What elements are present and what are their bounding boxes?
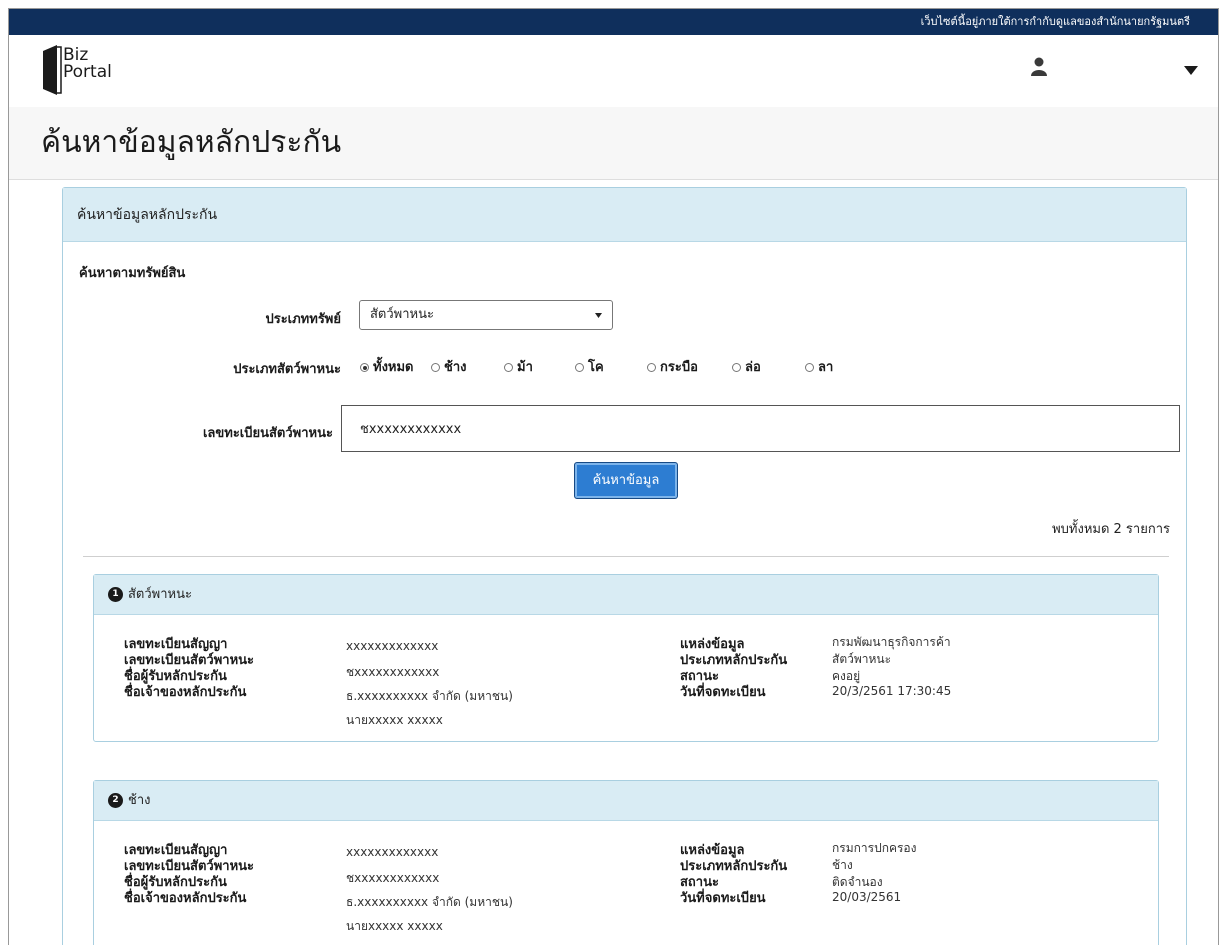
radio-empty-icon bbox=[647, 363, 656, 372]
chevron-down-icon bbox=[595, 313, 602, 318]
result-card: 1 สัตว์พาหนะ เลขทะเบียนสัญญา เลขทะเบียนสั… bbox=[93, 574, 1159, 742]
number-badge: 2 bbox=[108, 793, 123, 808]
field-label: ชื่อเจ้าของหลักประกัน bbox=[124, 685, 247, 700]
field-label: ชื่อเจ้าของหลักประกัน bbox=[124, 891, 247, 906]
search-button[interactable]: ค้นหาข้อมูล bbox=[574, 462, 678, 499]
logo-text: Biz Portal bbox=[63, 45, 112, 82]
panel-title: ค้นหาข้อมูลหลักประกัน bbox=[63, 188, 1186, 242]
radio-empty-icon bbox=[575, 363, 584, 372]
page-title-band: ค้นหาข้อมูลหลักประกัน bbox=[9, 107, 1218, 180]
field-value: นายxxxxx xxxxx bbox=[346, 713, 443, 727]
animal-type-label: ประเภทสัตว์พาหนะ bbox=[233, 362, 341, 377]
result-card-header: 1 สัตว์พาหนะ bbox=[94, 575, 1158, 615]
government-banner-text: เว็บไซต์นี้อยู่ภายใต้การกำกับดูแลของสำนั… bbox=[920, 15, 1190, 28]
field-value: 20/3/2561 17:30:45 bbox=[832, 684, 952, 698]
result-title: สัตว์พาหนะ bbox=[128, 587, 192, 602]
radio-empty-icon bbox=[732, 363, 741, 372]
asset-type-select[interactable]: สัตว์พาหนะ bbox=[359, 300, 613, 330]
result-title: ช้าง bbox=[128, 793, 151, 808]
result-card: 2 ช้าง เลขทะเบียนสัญญา เลขทะเบียนสัตว์พาห… bbox=[93, 780, 1159, 945]
radio-horse[interactable]: ม้า bbox=[504, 356, 533, 377]
radio-empty-icon bbox=[805, 363, 814, 372]
site-header: Biz Portal bbox=[9, 35, 1218, 108]
number-badge: 1 bbox=[108, 587, 123, 602]
radio-selected-icon bbox=[360, 363, 369, 372]
divider bbox=[83, 556, 1169, 557]
section-label: ค้นหาตามทรัพย์สิน bbox=[79, 266, 186, 281]
bizportal-logo[interactable]: Biz Portal bbox=[41, 43, 131, 99]
field-value: ชxxxxxxxxxxxx bbox=[346, 665, 440, 679]
radio-cattle[interactable]: โค bbox=[575, 356, 604, 377]
field-value: ธ.xxxxxxxxxx จำกัด (มหาชน) bbox=[346, 895, 513, 909]
radio-empty-icon bbox=[504, 363, 513, 372]
result-card-header: 2 ช้าง bbox=[94, 781, 1158, 821]
field-value: นายxxxxx xxxxx bbox=[346, 919, 443, 933]
door-logo-icon bbox=[43, 45, 62, 95]
asset-type-value: สัตว์พาหนะ bbox=[370, 307, 434, 322]
asset-type-label: ประเภททรัพย์ bbox=[265, 312, 341, 327]
caret-down-icon[interactable] bbox=[1184, 66, 1198, 75]
result-count: พบทั้งหมด 2 รายการ bbox=[1052, 522, 1170, 537]
registration-input[interactable]: ชxxxxxxxxxxxx bbox=[341, 405, 1180, 452]
registration-label: เลขทะเบียนสัตว์พาหนะ bbox=[202, 426, 333, 441]
government-banner: เว็บไซต์นี้อยู่ภายใต้การกำกับดูแลของสำนั… bbox=[9, 9, 1218, 35]
registration-value: ชxxxxxxxxxxxx bbox=[360, 422, 462, 437]
radio-empty-icon bbox=[431, 363, 440, 372]
search-panel: ค้นหาข้อมูลหลักประกัน ค้นหาตามทรัพย์สิน … bbox=[62, 187, 1187, 945]
field-value: xxxxxxxxxxxxx bbox=[346, 639, 439, 653]
radio-all[interactable]: ทั้งหมด bbox=[360, 356, 414, 377]
radio-mule[interactable]: ล่อ bbox=[732, 356, 761, 377]
browser-page: เว็บไซต์นี้อยู่ภายใต้การกำกับดูแลของสำนั… bbox=[8, 8, 1219, 945]
radio-donkey[interactable]: ลา bbox=[805, 356, 833, 377]
field-value: ชxxxxxxxxxxxx bbox=[346, 871, 440, 885]
page-title: ค้นหาข้อมูลหลักประกัน bbox=[41, 125, 342, 160]
field-value: 20/03/2561 bbox=[832, 890, 902, 904]
radio-buffalo[interactable]: กระบือ bbox=[647, 356, 698, 377]
field-value: ธ.xxxxxxxxxx จำกัด (มหาชน) bbox=[346, 689, 513, 703]
radio-elephant[interactable]: ช้าง bbox=[431, 356, 466, 377]
field-value: xxxxxxxxxxxxx bbox=[346, 845, 439, 859]
user-icon[interactable] bbox=[1031, 57, 1047, 77]
field-label: วันที่จดทะเบียน bbox=[680, 891, 766, 906]
field-label: วันที่จดทะเบียน bbox=[680, 685, 766, 700]
